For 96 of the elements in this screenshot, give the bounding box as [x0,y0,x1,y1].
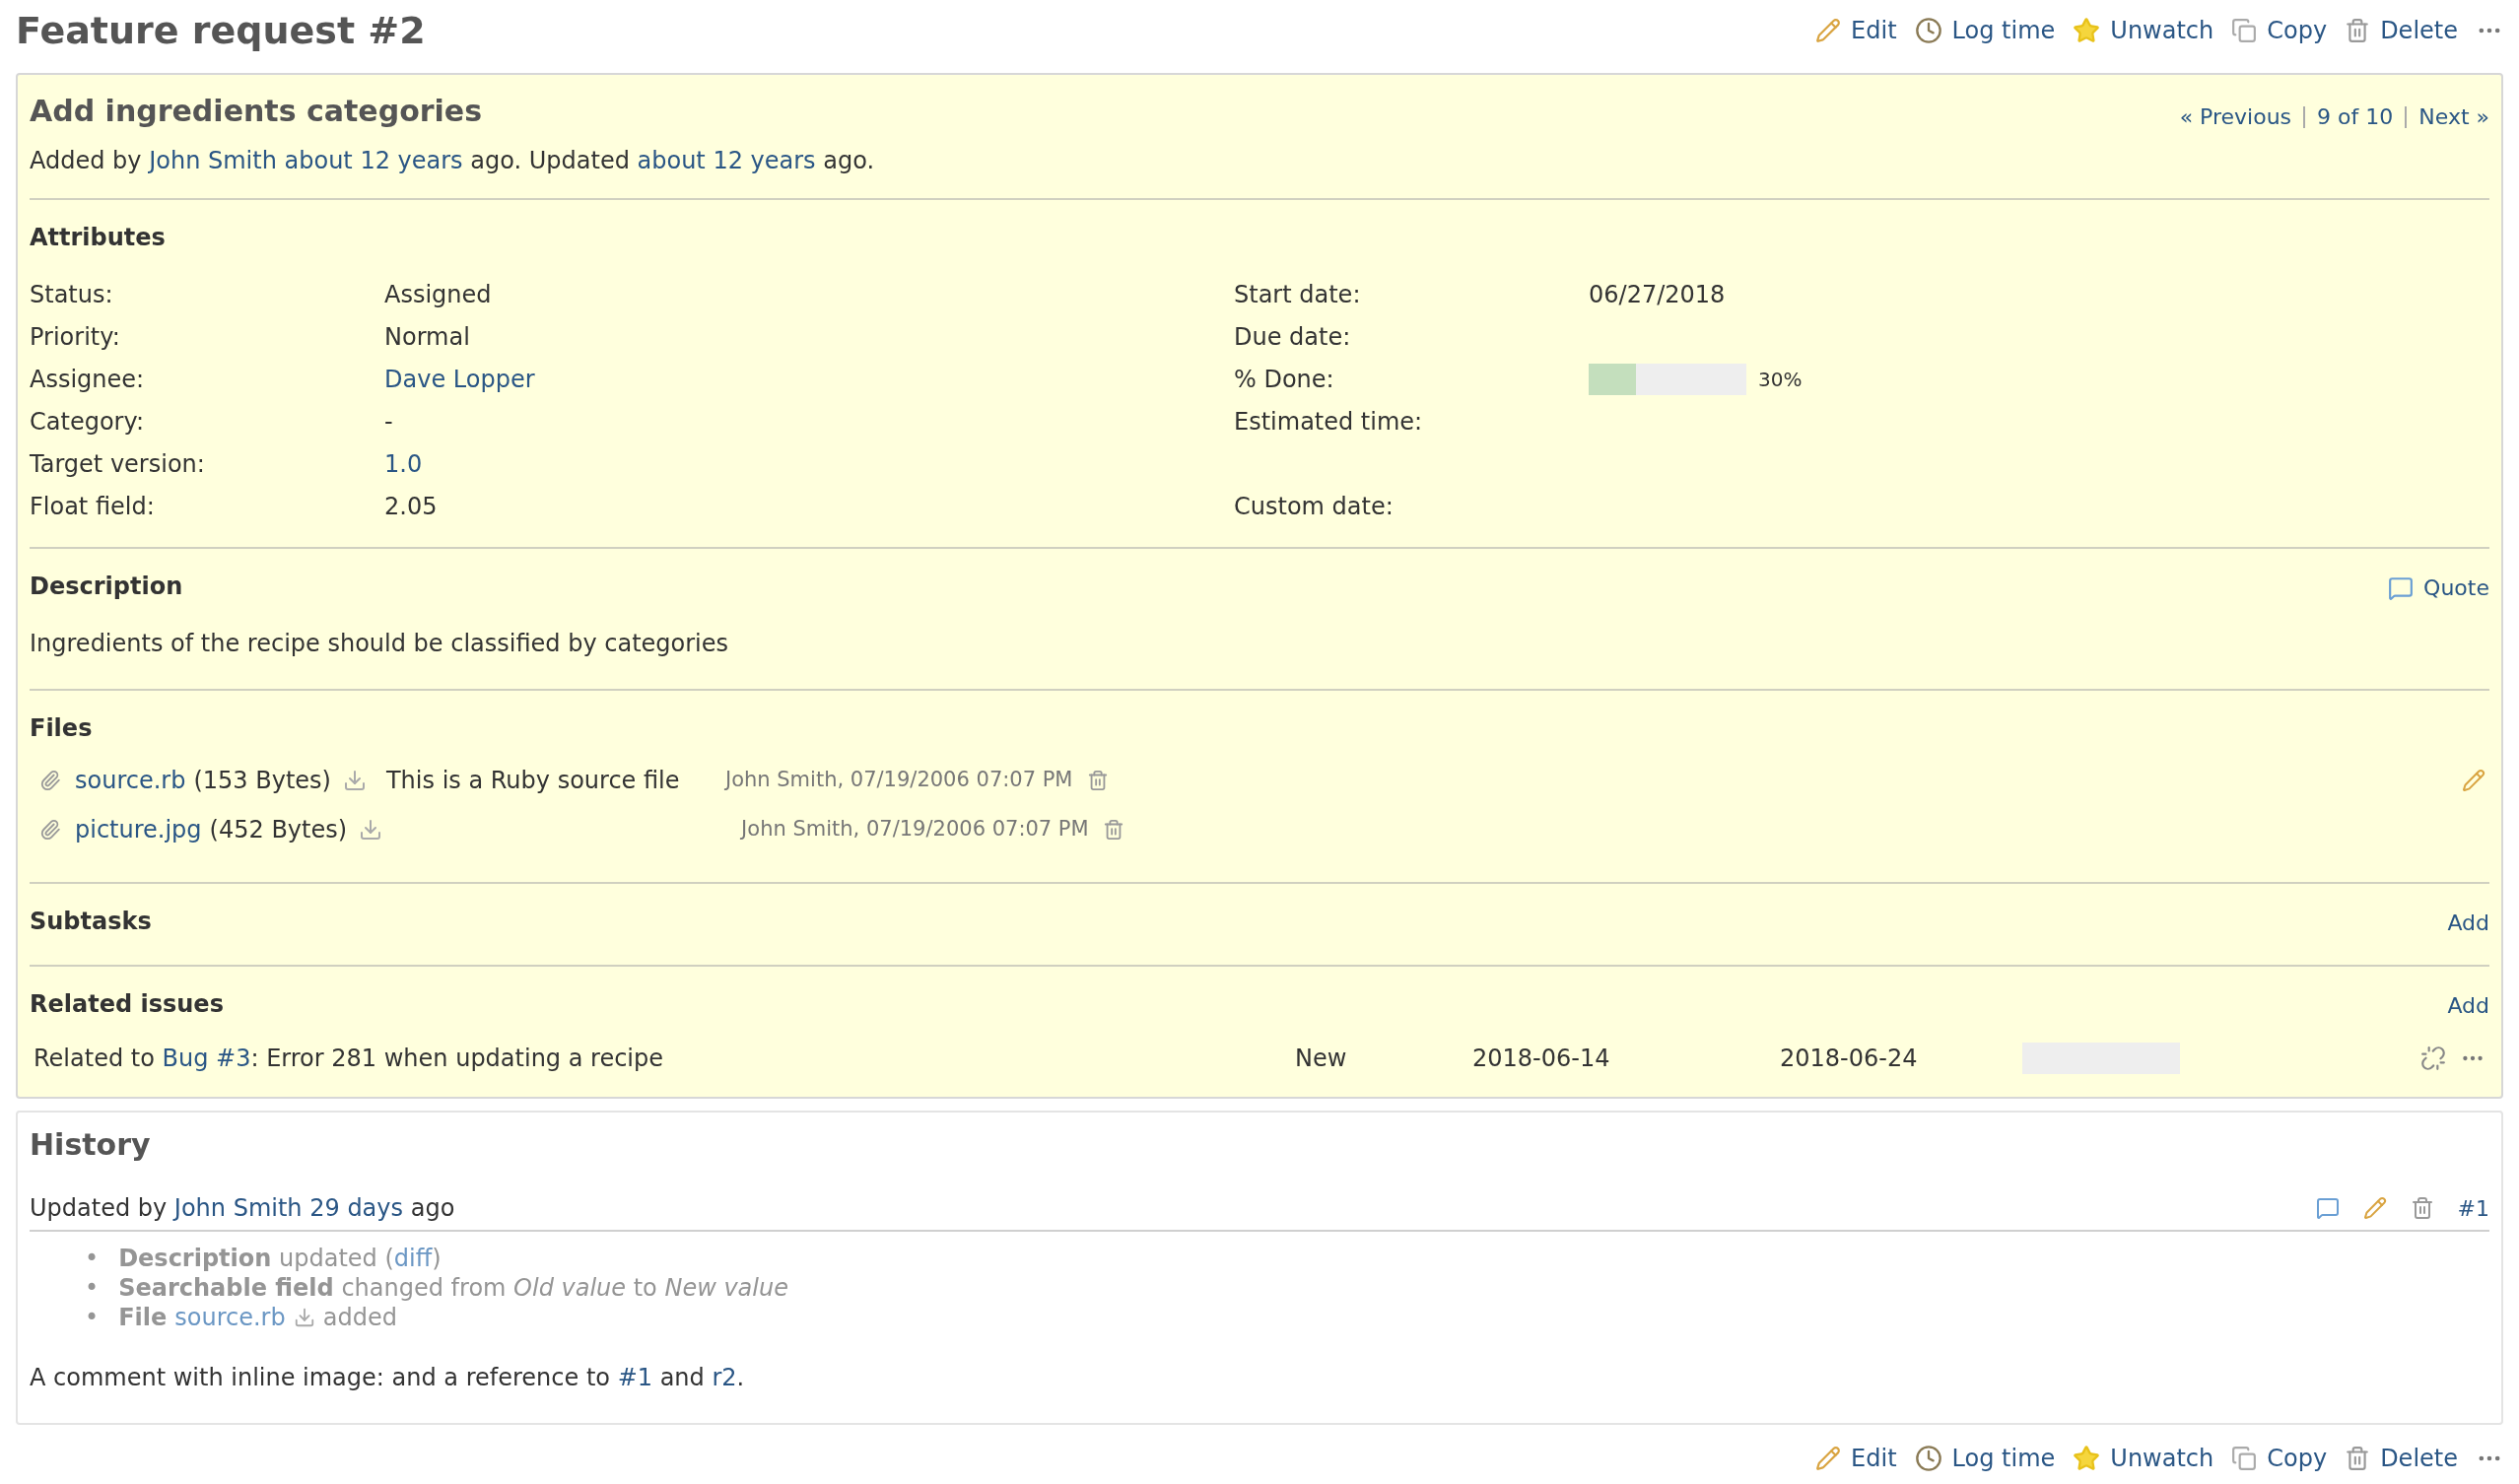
related-issue-text: Related to Bug #3: Error 281 when updating a recipe [34,1044,664,1074]
paperclip-icon [39,819,61,841]
attribute-value: 2.05 [384,491,438,522]
pencil-icon[interactable] [2362,1196,2387,1220]
file-author: John Smith, 07/19/2006 07:07 PM [724,767,1073,794]
paperclip-icon [39,770,61,791]
attribute-label: Due date: [1234,321,1352,353]
action-link[interactable]: Log time [1914,1441,2056,1476]
issue-subject: Add ingredients categories [30,93,484,130]
clock-icon [1914,1445,1942,1472]
issue-link[interactable]: Bug #3 [162,1045,251,1072]
copy-icon [2231,1446,2258,1471]
attribute-label: Custom date: [1234,491,1395,522]
bullet: • [85,1273,100,1303]
action-link[interactable]: Unwatch [2073,1441,2214,1476]
history-detail: Searchable field changed from Old value to New value [118,1273,788,1303]
attribute-label: % Done: [1234,364,1335,395]
download-icon[interactable] [342,769,367,792]
clock-icon [1914,17,1942,44]
history-detail: File source.rb added [118,1303,397,1332]
attribute-label: Float field: [30,491,156,522]
attribute-link[interactable]: Dave Lopper [384,361,535,397]
pencil-icon [1815,1446,1842,1471]
add-subtask-link[interactable]: Add [2447,907,2489,939]
action-link[interactable]: Copy [2231,1441,2328,1476]
file-size: (452 Bytes) [209,815,348,845]
next-link[interactable]: Next » [2418,101,2489,133]
add-relation-link[interactable]: Add [2447,989,2489,1022]
attribute-label: Status: [30,279,114,310]
download-icon[interactable] [293,1307,315,1328]
bullet: • [85,1244,100,1273]
trash-icon [2345,1446,2371,1471]
trash-icon[interactable] [2410,1196,2434,1220]
file-link[interactable]: source.rb [75,763,186,798]
attribute-label: Target version: [30,448,206,480]
attribute-label: Estimated time: [1234,406,1424,438]
action-link[interactable]: Delete [2345,1441,2458,1476]
attribute-value: Normal [384,321,470,353]
file-size: (153 Bytes) [193,766,331,796]
star-icon [2073,1445,2101,1472]
byline: A comment with inline image: and a reference to #1 and r2. [30,1363,746,1393]
issue-status: New [1295,1044,1348,1074]
inline-link[interactable]: about 12 years [284,147,463,174]
inline-link[interactable]: about 12 years [637,147,816,174]
attribute-value: - [384,406,393,438]
file-description: This is a Ruby source file [385,767,680,794]
action-link[interactable]: Copy [2231,13,2328,48]
action-link[interactable]: Edit [1815,1441,1897,1476]
journal-header: Updated by John Smith 29 days ago [30,1193,455,1224]
page-title: Feature request #2 [16,7,426,54]
percent-label: 30% [1758,366,1803,393]
byline: Added by John Smith about 12 years ago. Updated about 12 years ago. [30,146,875,176]
copy-icon [2231,18,2258,43]
action-link[interactable]: Unwatch [2073,13,2214,48]
pencil-icon [1815,18,1842,43]
issue-position: 9 of 10 [2317,103,2394,131]
attribute-label: Assignee: [30,364,146,395]
section-heading: Attributes [30,223,167,253]
pencil-icon[interactable] [2462,769,2485,792]
trash-icon[interactable] [1086,770,1109,791]
comment-icon [2388,574,2415,601]
action-link[interactable]: Log time [1914,13,2056,48]
section-heading: Related issues [30,989,224,1020]
file-link[interactable]: picture.jpg [75,812,202,847]
description-text: Ingredients of the recipe should be classified by categories [30,629,730,659]
download-icon[interactable] [359,818,383,842]
unlink-icon[interactable] [2420,1046,2446,1071]
trash-icon [2345,18,2371,43]
inline-link[interactable]: #1 [617,1364,652,1391]
attribute-label: Priority: [30,321,121,353]
author-link[interactable]: John Smith [173,1194,303,1222]
age-link[interactable]: 29 days [309,1194,404,1222]
action-link[interactable]: Delete [2345,13,2458,48]
attribute-value: Assigned [384,279,492,310]
action-link[interactable]: Edit [1815,13,1897,48]
section-heading: Description [30,572,183,602]
attribute-link[interactable]: 1.0 [384,445,423,482]
attribute-value: 06/27/2018 [1589,279,1726,310]
star-icon [2073,17,2101,44]
journal-number-link[interactable]: #1 [2457,1191,2489,1225]
inline-link[interactable]: r2 [712,1364,737,1391]
trash-icon[interactable] [1102,819,1124,841]
bullet: • [85,1303,100,1332]
inline-link[interactable]: John Smith [149,147,277,174]
history-detail: Description updated (diff) [118,1244,442,1273]
section-heading: Files [30,713,94,744]
file-author: John Smith, 07/19/2006 07:07 PM [741,816,1089,843]
due-date: 2018-06-24 [1780,1044,1919,1074]
attribute-label: Start date: [1234,279,1362,310]
start-date: 2018-06-14 [1472,1044,1611,1074]
comment-icon[interactable] [2315,1196,2340,1220]
section-heading: Subtasks [30,907,152,937]
previous-link[interactable]: « Previous [2179,101,2292,133]
history-heading: History [30,1126,152,1164]
quote-link[interactable]: Quote [2388,572,2489,604]
attribute-label: Category: [30,406,145,438]
